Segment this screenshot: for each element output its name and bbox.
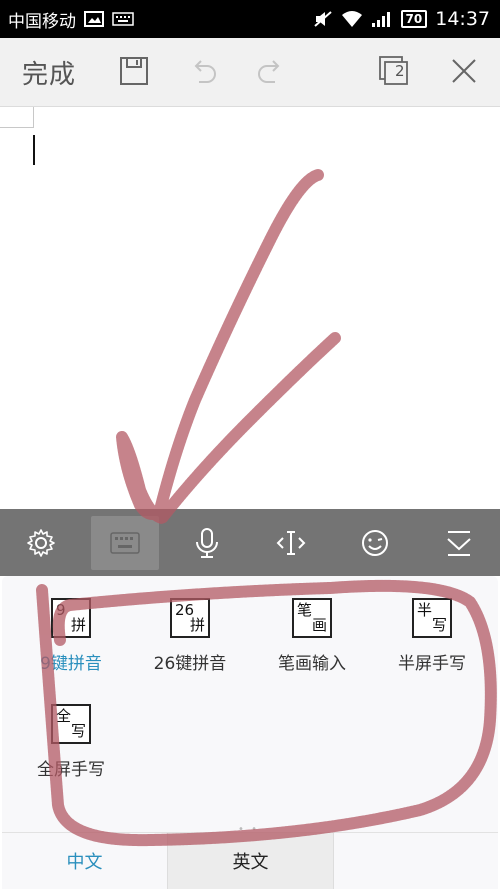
half-screen-handwriting-icon: 半 写	[412, 598, 452, 638]
signal-icon	[371, 10, 393, 28]
keyboard-switch-button[interactable]	[91, 509, 159, 576]
stroke-input-icon: 笔 画	[292, 598, 332, 638]
input-method-label: 全屏手写	[37, 760, 105, 780]
undo-icon[interactable]	[186, 53, 222, 89]
input-method-panel: 9 拼 9键拼音 26 拼 26键拼音 笔 画 笔画输入 半 写 半屏手写 全 …	[2, 576, 498, 889]
carrier-name: 中国移动	[8, 11, 76, 32]
pages-icon[interactable]: 2	[376, 53, 412, 89]
input-method-label: 笔画输入	[278, 654, 346, 674]
wifi-icon	[341, 10, 363, 28]
input-method-half-handwriting[interactable]: 半 写 半屏手写	[372, 598, 492, 698]
input-method-label: 26键拼音	[153, 654, 227, 674]
status-bar: 中国移动 70 14:37	[0, 0, 500, 38]
tab-chinese[interactable]: 中文	[2, 833, 167, 889]
keyboard-toolbar	[0, 509, 500, 576]
text-cursor	[33, 135, 35, 165]
done-button[interactable]: 完成	[22, 54, 76, 91]
mute-icon	[313, 10, 333, 28]
emoji-icon[interactable]	[342, 509, 408, 576]
close-icon[interactable]	[446, 53, 482, 89]
input-method-full-handwriting[interactable]: 全 写 全屏手写	[11, 704, 131, 804]
microphone-icon[interactable]	[174, 509, 240, 576]
image-notification-icon	[84, 11, 104, 27]
input-method-label: 9键拼音	[40, 654, 102, 674]
full-screen-handwriting-icon: 全 写	[51, 704, 91, 744]
cursor-move-icon[interactable]	[258, 509, 324, 576]
tab-english[interactable]: 英文	[167, 833, 333, 889]
qwerty-pinyin-icon: 26 拼	[170, 598, 210, 638]
redo-icon[interactable]	[252, 53, 288, 89]
input-method-label: 半屏手写	[398, 654, 466, 674]
hide-keyboard-icon[interactable]	[426, 509, 492, 576]
clock: 14:37	[435, 8, 490, 30]
input-method-stroke[interactable]: 笔 画 笔画输入	[252, 598, 372, 698]
settings-gear-icon[interactable]	[8, 509, 74, 576]
page-count: 2	[395, 62, 405, 80]
document-editor[interactable]	[0, 107, 500, 509]
nine-key-pinyin-icon: 9 拼	[51, 598, 91, 638]
editor-toolbar: 完成 2	[0, 38, 500, 107]
keyboard-icon	[91, 515, 159, 570]
table-cell[interactable]	[0, 107, 34, 128]
drag-handle[interactable]: • • • •	[238, 824, 268, 846]
battery-icon: 70	[400, 10, 428, 28]
save-icon[interactable]	[116, 53, 152, 89]
input-method-nine-key[interactable]: 9 拼 9键拼音	[11, 598, 131, 698]
input-method-qwerty[interactable]: 26 拼 26键拼音	[130, 598, 250, 698]
language-tabs: 中文 英文	[2, 832, 498, 889]
tab-empty	[333, 833, 498, 889]
keyboard-notification-icon	[112, 12, 134, 26]
